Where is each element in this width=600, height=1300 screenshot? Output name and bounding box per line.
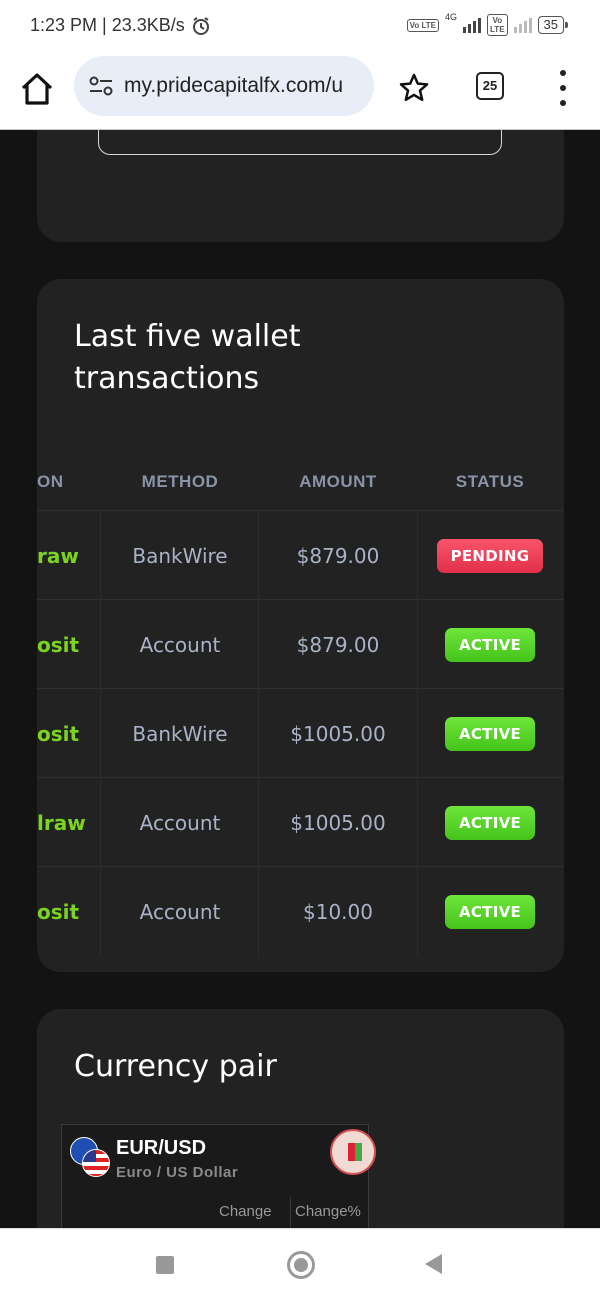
header-status: STATUS (455, 472, 525, 491)
eur-usd-flags-icon (70, 1137, 110, 1177)
provider-logo-icon[interactable] (330, 1129, 376, 1175)
currency-title: Currency pair (74, 1049, 277, 1084)
row-amount: $1005.00 (290, 721, 386, 746)
status-badge: ACTIVE (444, 716, 536, 751)
status-badge: PENDING (436, 538, 544, 573)
status-bar: 1:23 PM | 23.3KB/s Vo LTE 4G Vo LTE 35 (0, 0, 600, 52)
tab-switcher-button[interactable]: 25 (476, 72, 504, 100)
bookmark-star-icon[interactable] (398, 72, 430, 104)
header-method: METHOD (141, 472, 219, 491)
row-method: Account (139, 632, 221, 657)
back-icon[interactable] (425, 1254, 442, 1274)
signal-icon (463, 17, 482, 33)
table-row: lraw Account $1005.00 ACTIVE (37, 777, 564, 867)
signal-icon-2 (513, 17, 532, 33)
row-method: BankWire (132, 721, 228, 746)
previous-card (37, 130, 564, 242)
home-nav-icon[interactable] (287, 1251, 315, 1279)
home-icon[interactable] (18, 70, 56, 108)
pair-name: Euro / US Dollar (116, 1164, 239, 1181)
row-method: Account (139, 899, 221, 924)
status-time: 1:23 PM | 23.3KB/s (30, 15, 185, 35)
col-change-pct: Change% (295, 1203, 361, 1220)
volte-icon-2: Vo LTE (487, 14, 508, 36)
header-type: ON (37, 472, 64, 491)
row-amount: $879.00 (296, 632, 380, 657)
url-text: my.pridecapitalfx.com/u (124, 74, 344, 97)
network-type: 4G (445, 12, 458, 22)
row-type: raw (37, 543, 79, 568)
overflow-menu-icon[interactable] (555, 70, 571, 106)
row-type: osit (37, 899, 80, 924)
row-type: lraw (37, 810, 86, 835)
previous-card-box (98, 130, 502, 155)
row-type: osit (37, 721, 80, 746)
volte-icon: Vo LTE (406, 18, 439, 32)
col-change: Change (219, 1203, 272, 1220)
row-amount: $879.00 (296, 543, 380, 568)
table-row: osit Account $10.00 ACTIVE (37, 866, 564, 956)
row-method: Account (139, 810, 221, 835)
currency-pair-card: Currency pair EUR/USD Euro / US Dollar C… (37, 1009, 564, 1228)
browser-toolbar: my.pridecapitalfx.com/u 25 (0, 52, 600, 130)
status-badge: ACTIVE (444, 627, 536, 662)
table-header: ON METHOD AMOUNT STATUS (37, 455, 564, 510)
header-amount: AMOUNT (299, 472, 377, 491)
transactions-card: Last five wallet transactions ON METHOD … (37, 279, 564, 972)
status-badge: ACTIVE (444, 805, 536, 840)
pair-symbol: EUR/USD (116, 1137, 207, 1159)
address-bar[interactable]: my.pridecapitalfx.com/u (74, 56, 374, 116)
row-method: BankWire (132, 543, 228, 568)
site-settings-icon[interactable] (88, 75, 114, 97)
row-type: osit (37, 632, 80, 657)
status-badge: ACTIVE (444, 894, 536, 929)
table-row: osit Account $879.00 ACTIVE (37, 599, 564, 689)
table-row: osit BankWire $1005.00 ACTIVE (37, 688, 564, 778)
transactions-title: Last five wallet transactions (74, 319, 301, 396)
system-nav-bar (0, 1228, 600, 1300)
battery-icon: 35 (537, 16, 569, 34)
currency-widget[interactable]: EUR/USD Euro / US Dollar Change Change% (61, 1124, 376, 1228)
row-amount: $1005.00 (290, 810, 386, 835)
alarm-icon (192, 16, 209, 35)
recents-icon[interactable] (156, 1256, 174, 1274)
row-amount: $10.00 (303, 899, 373, 924)
page-content: Last five wallet transactions ON METHOD … (0, 130, 600, 1228)
table-row: raw BankWire $879.00 PENDING (37, 510, 564, 600)
